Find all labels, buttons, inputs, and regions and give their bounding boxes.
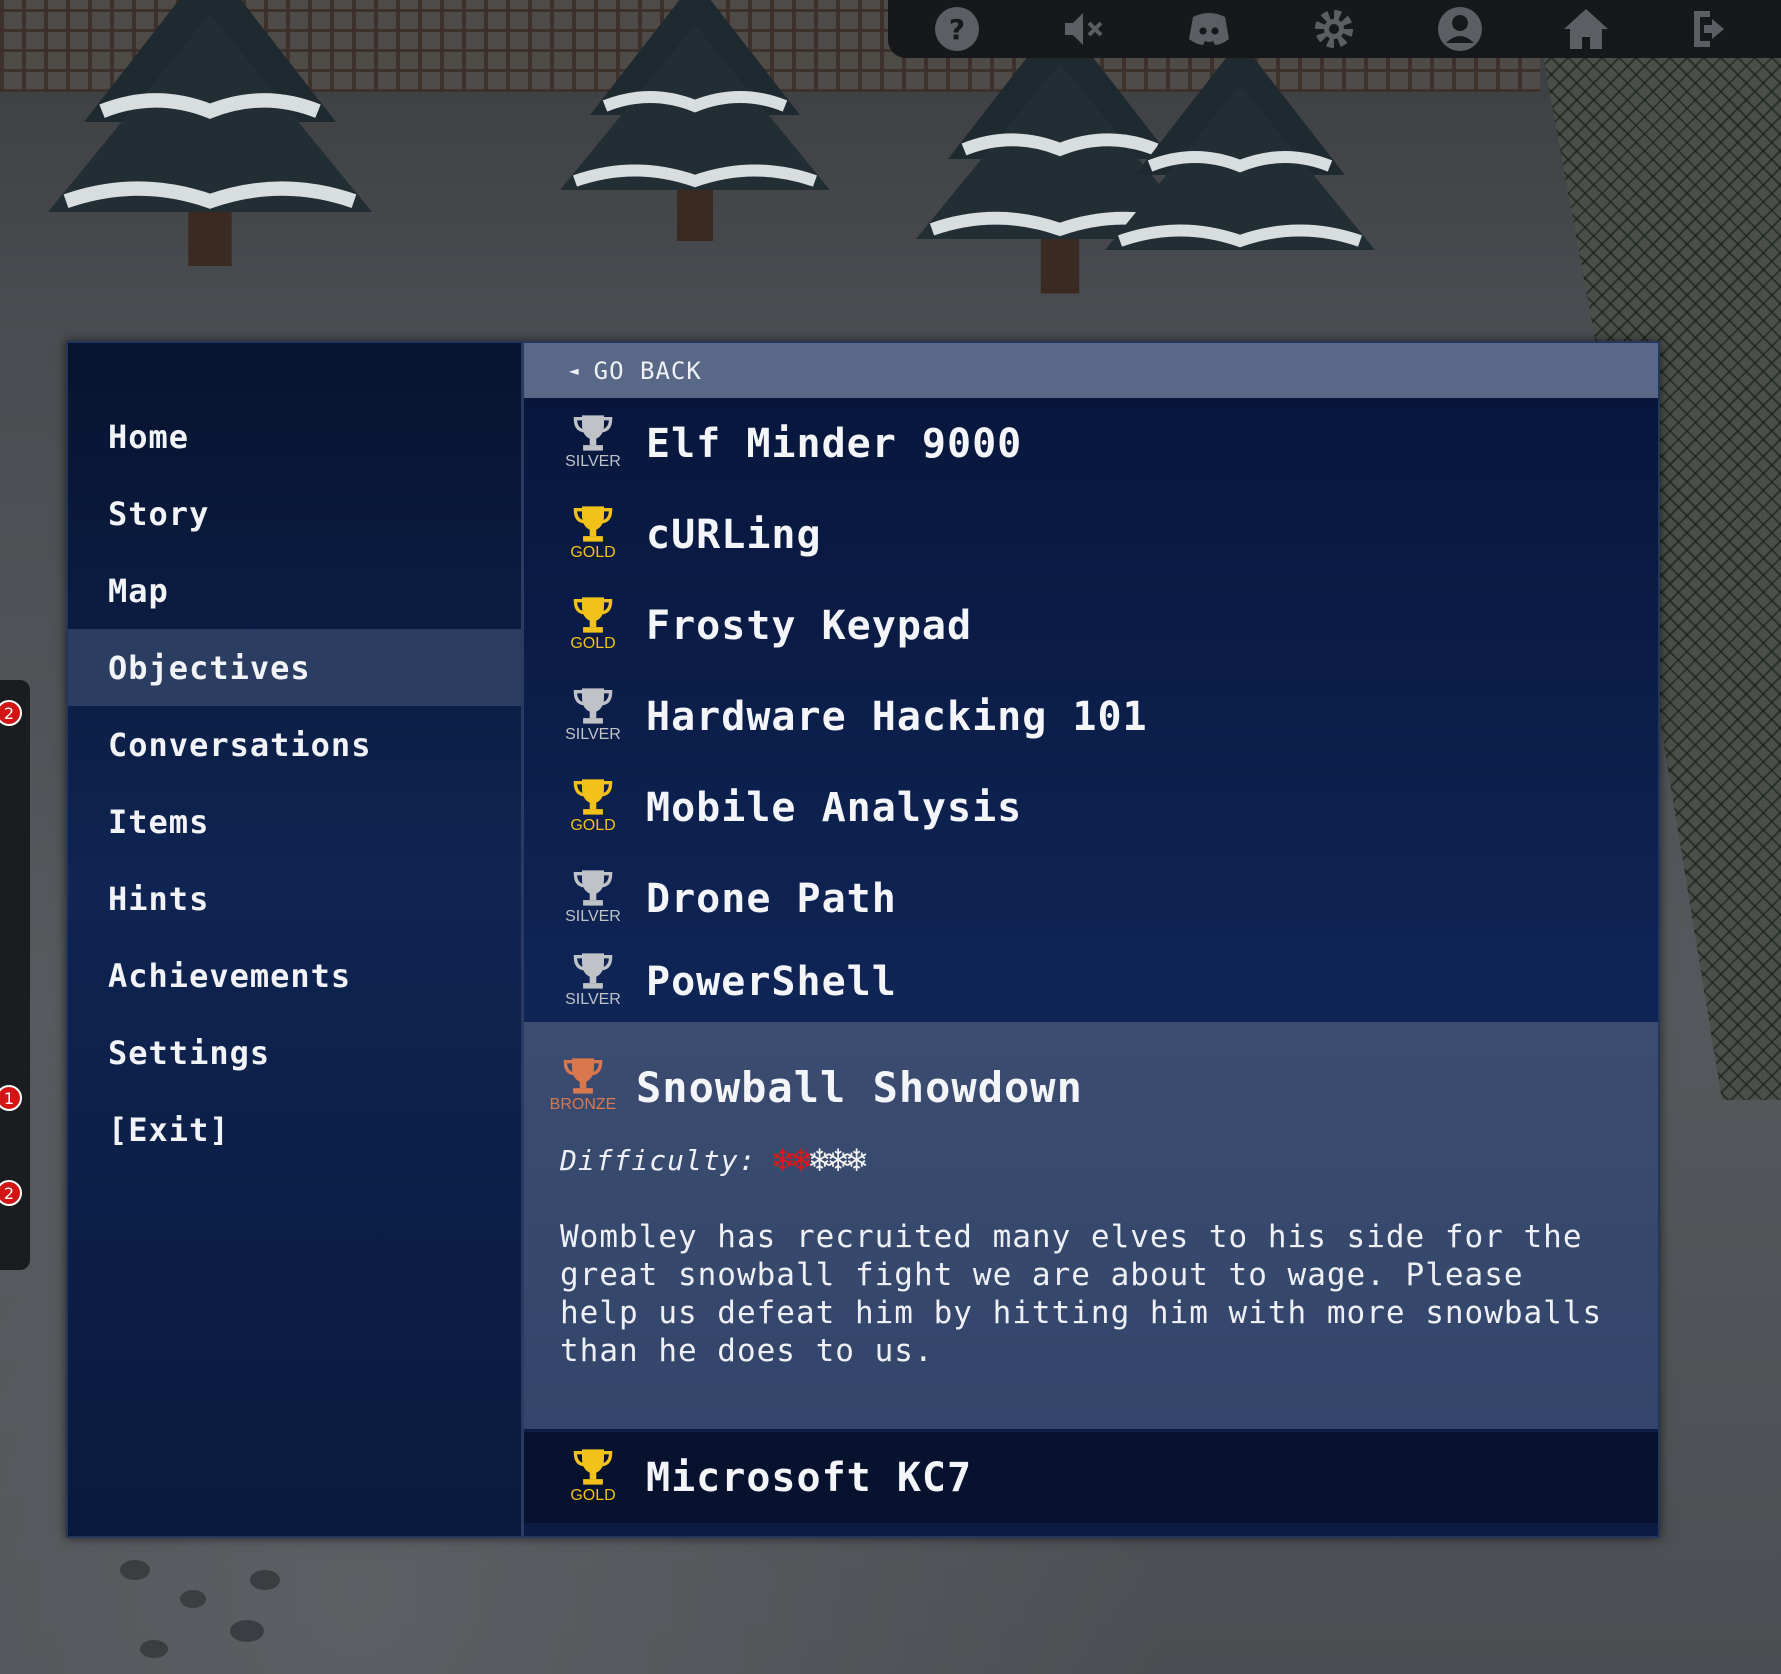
menu-item-items[interactable]: Items [68, 783, 521, 860]
snowflake-empty-icon: ❄ [846, 1140, 867, 1180]
objective-row[interactable]: SILVER Elf Minder 9000 [524, 398, 1658, 489]
menu-item-hints[interactable]: Hints [68, 860, 521, 937]
trophy-gold-icon: GOLD [562, 1443, 624, 1513]
main-menu: Home Story Map Objectives Conversations … [68, 343, 521, 1536]
trophy-tier-label: GOLD [570, 1486, 616, 1504]
menu-item-achievements[interactable]: Achievements [68, 937, 521, 1014]
back-arrow-icon: ◄ [569, 361, 580, 380]
trophy-tier-label: SILVER [565, 990, 621, 1008]
objective-row[interactable]: GOLD Mobile Analysis [524, 762, 1658, 853]
objective-description: Wombley has recruited many elves to his … [560, 1219, 1603, 1369]
difficulty-label: Difficulty: [560, 1143, 757, 1177]
objective-row[interactable]: GOLD Microsoft KC7 [524, 1432, 1658, 1523]
trophy-tier-label: SILVER [565, 907, 621, 925]
notification-badge: 2 [0, 1180, 22, 1206]
menu-item-exit[interactable]: [Exit] [68, 1091, 521, 1168]
discord-icon[interactable] [1181, 5, 1237, 53]
home-icon[interactable] [1558, 5, 1614, 53]
trophy-bronze-icon [563, 1058, 603, 1094]
go-back-label: GO BACK [593, 356, 702, 385]
objective-title: Frosty Keypad [646, 602, 973, 649]
trophy-tier-label: SILVER [565, 725, 621, 743]
objective-title: Elf Minder 9000 [646, 420, 1023, 467]
trophy-gold-icon: GOLD [562, 500, 624, 570]
objective-title: Hardware Hacking 101 [646, 693, 1148, 740]
objective-title: PowerShell [646, 958, 897, 1005]
objective-row[interactable]: GOLD cURLing [524, 489, 1658, 580]
trophy-tier-label: SILVER [565, 452, 621, 470]
difficulty-rating: Difficulty: ❄❄❄❄❄ [560, 1140, 1624, 1180]
objective-row[interactable]: GOLD Frosty Keypad [524, 580, 1658, 671]
trophy-tier-label: GOLD [570, 543, 616, 561]
trophy-silver-icon: SILVER [562, 947, 624, 1017]
mute-icon[interactable] [1055, 5, 1111, 53]
trophy-gold-icon: GOLD [562, 773, 624, 843]
svg-text:?: ? [949, 13, 965, 46]
pine-tree [48, 0, 372, 266]
objective-detail-expanded[interactable]: BRONZE Snowball Showdown Difficulty: ❄❄❄… [524, 1022, 1658, 1429]
objective-row[interactable]: SILVER Hardware Hacking 101 [524, 671, 1658, 762]
objective-title: Snowball Showdown [636, 1062, 1083, 1112]
menu-item-objectives[interactable]: Objectives [68, 629, 521, 706]
menu-item-conversations[interactable]: Conversations [68, 706, 521, 783]
trophy-tier-label: GOLD [570, 816, 616, 834]
snow-stone [140, 1640, 168, 1658]
side-panel-strip: 2 1 2 [0, 680, 30, 1270]
snowflake-empty-icon: ❄ [827, 1140, 849, 1180]
objective-title: cURLing [646, 511, 822, 558]
menu-item-settings[interactable]: Settings [68, 1014, 521, 1091]
trophy-silver-icon: SILVER [562, 409, 624, 479]
trophy-gold-icon: GOLD [562, 591, 624, 661]
trophy-silver-icon: SILVER [562, 682, 624, 752]
pine-tree [560, 0, 830, 241]
objectives-panel: ◄ GO BACK SILVER Elf Minder 9000 GOLD cURLi… [521, 343, 1658, 1536]
objective-row[interactable]: SILVER Drone Path [524, 853, 1658, 944]
notification-badge: 2 [0, 700, 22, 726]
menu-item-home[interactable]: Home [68, 398, 521, 475]
snow-stone [120, 1560, 150, 1580]
snow-stone [230, 1620, 264, 1642]
snowflake-filled-icon: ❄ [772, 1140, 793, 1180]
snowflake-empty-icon: ❄ [809, 1140, 830, 1180]
top-toolbar: ? [888, 0, 1781, 58]
snow-stone [250, 1570, 280, 1590]
snowflake-filled-icon: ❄ [790, 1140, 812, 1180]
objective-title: Drone Path [646, 875, 897, 922]
help-icon[interactable]: ? [929, 5, 985, 53]
logout-icon[interactable] [1684, 5, 1740, 53]
objective-title: Mobile Analysis [646, 784, 1023, 831]
settings-icon[interactable] [1306, 5, 1362, 53]
snow-stone [180, 1590, 206, 1608]
difficulty-snowflakes: ❄❄❄❄❄ [772, 1140, 867, 1180]
menu-item-map[interactable]: Map [68, 552, 521, 629]
go-back-button[interactable]: ◄ GO BACK [524, 343, 1658, 398]
notification-badge: 1 [0, 1085, 22, 1111]
account-icon[interactable] [1432, 5, 1488, 53]
trophy-icon: BRONZE [549, 1052, 617, 1122]
badge-modal: Home Story Map Objectives Conversations … [66, 341, 1660, 1538]
trophy-tier-label: BRONZE [549, 1096, 617, 1113]
objective-row[interactable]: SILVER PowerShell [524, 944, 1658, 1019]
trophy-silver-icon: SILVER [562, 864, 624, 934]
objective-list: SILVER Elf Minder 9000 GOLD cURLing GOLD Fros… [524, 398, 1658, 1019]
pine-tree [1105, 40, 1375, 250]
menu-item-story[interactable]: Story [68, 475, 521, 552]
trophy-tier-label: GOLD [570, 634, 616, 652]
objective-title: Microsoft KC7 [646, 1454, 973, 1501]
